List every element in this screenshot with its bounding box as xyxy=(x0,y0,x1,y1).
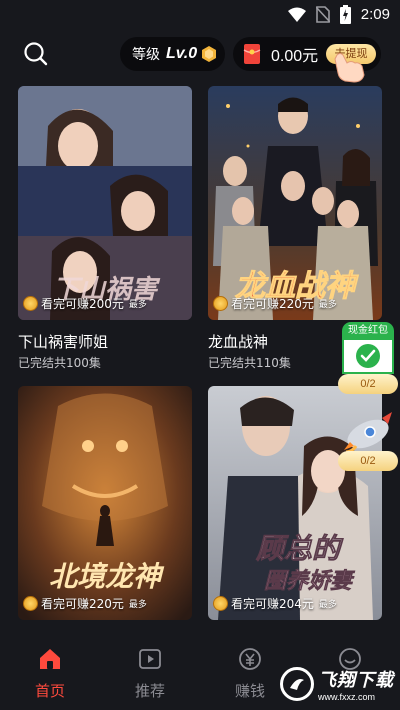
red-envelope-icon xyxy=(243,44,261,64)
earn-reward-1: 看完可赚200元 最多 xyxy=(23,295,147,312)
earn-text-1: 看完可赚200元 xyxy=(41,297,124,311)
drama-title-1[interactable]: 下山祸害师姐 xyxy=(18,331,108,352)
rocket-icon[interactable] xyxy=(342,410,394,452)
watermark-logo: 飞翔下载 www.fxxz.com xyxy=(280,664,396,704)
level-value: Lv.0 xyxy=(166,45,198,62)
play-icon xyxy=(139,649,161,669)
nav-earn-label: 赚钱 xyxy=(234,682,265,700)
watermark-text: 飞翔下载 www.fxxz.com xyxy=(318,666,394,702)
search-icon xyxy=(24,42,48,66)
no-sim-icon xyxy=(315,6,330,23)
svg-text:圈养娇妻: 圈养娇妻 xyxy=(264,568,355,594)
status-bar: 2:09 xyxy=(0,0,400,28)
earn-reward-4: 看完可赚204元 最多 xyxy=(213,595,337,612)
battery-charging-icon xyxy=(339,5,351,24)
nav-home[interactable]: 首页 xyxy=(10,636,90,710)
coin-icon xyxy=(23,596,38,611)
earn-max-2: 最多 xyxy=(318,300,337,310)
earn-reward-2: 看完可赚220元 最多 xyxy=(213,295,337,312)
drama-episodes-2: 已完结共110集 xyxy=(208,356,291,370)
drama-poster-1[interactable]: 下山祸害 看完可赚200元 最多 xyxy=(18,86,192,320)
level-gem-icon xyxy=(202,46,217,62)
earn-text-4: 看完可赚204元 xyxy=(231,597,314,611)
red-packet-progress: 0/2 xyxy=(338,374,398,394)
earn-max-4: 最多 xyxy=(318,600,337,610)
poster-image-2: 龙血战神 xyxy=(208,86,382,320)
watermark-icon xyxy=(280,667,314,701)
level-label: 等级 xyxy=(132,47,160,63)
watermark-main: 飞翔下载 xyxy=(318,670,394,691)
earn-text-2: 看完可赚220元 xyxy=(231,297,314,311)
home-icon xyxy=(40,649,60,669)
watermark-sub: www.fxxz.com xyxy=(318,692,376,702)
svg-text:北境龙神: 北境龙神 xyxy=(49,560,165,593)
nav-earn[interactable]: 赚钱 xyxy=(210,636,290,710)
yuan-icon xyxy=(239,648,261,670)
svg-text:顾总的: 顾总的 xyxy=(255,532,344,565)
cash-balance[interactable]: 0.00元 去提现 xyxy=(233,37,381,83)
rocket-progress: 0/2 xyxy=(338,451,398,471)
nav-home-label: 首页 xyxy=(34,682,65,700)
poster-image-1: 下山祸害 xyxy=(18,86,192,320)
status-time: 2:09 xyxy=(360,6,390,23)
level-badge[interactable]: 等级 Lv.0 xyxy=(120,37,225,71)
pointing-hand-icon xyxy=(334,53,365,83)
coin-icon xyxy=(23,296,38,311)
status-icons: 2:09 xyxy=(287,5,390,24)
cash-amount: 0.00元 xyxy=(271,48,319,65)
red-packet-body xyxy=(342,340,394,374)
coin-icon xyxy=(213,296,228,311)
drama-poster-3[interactable]: 北境龙神 看完可赚220元 最多 xyxy=(18,386,192,620)
nav-recommend[interactable]: 推荐 xyxy=(110,636,190,710)
coin-icon xyxy=(213,596,228,611)
top-bar: 等级 Lv.0 0.00元 去提现 xyxy=(0,36,400,83)
wifi-icon xyxy=(287,7,306,22)
earn-max-3: 最多 xyxy=(128,600,147,610)
drama-title-2[interactable]: 龙血战神 xyxy=(208,331,268,352)
earn-reward-3: 看完可赚220元 最多 xyxy=(23,595,147,612)
drama-episodes-1: 已完结共100集 xyxy=(18,356,101,370)
search-button[interactable] xyxy=(22,40,50,68)
red-packet-label: 现金红包 xyxy=(342,322,394,340)
earn-max-1: 最多 xyxy=(128,300,147,310)
nav-recommend-label: 推荐 xyxy=(134,682,165,700)
earn-text-3: 看完可赚220元 xyxy=(41,597,124,611)
wechat-pay-icon xyxy=(356,344,380,368)
poster-image-3: 北境龙神 xyxy=(18,386,192,620)
drama-poster-2[interactable]: 龙血战神 看完可赚220元 最多 xyxy=(208,86,382,320)
